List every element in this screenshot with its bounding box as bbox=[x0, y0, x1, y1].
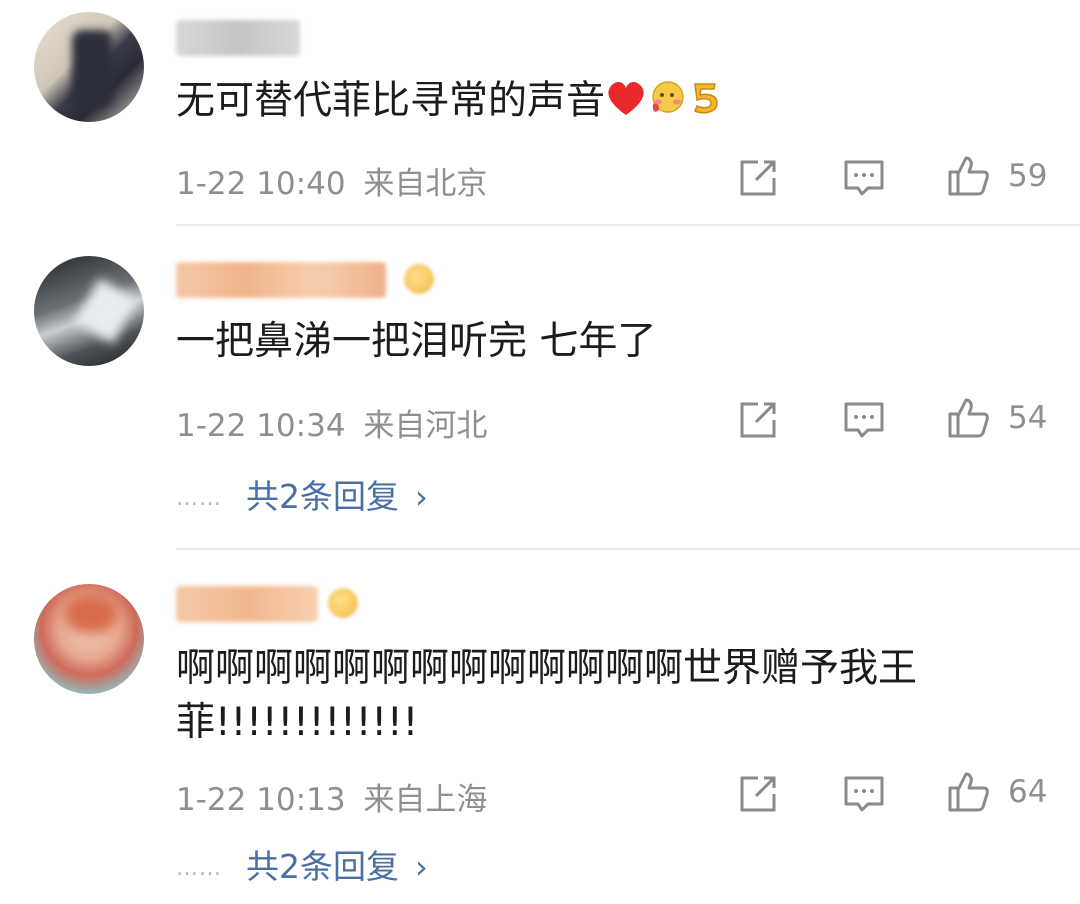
reply-dots: …… bbox=[176, 486, 222, 511]
replies-count-label: 共2条回复 bbox=[246, 847, 399, 886]
comment-location: 来自上海 bbox=[363, 782, 488, 818]
avatar[interactable] bbox=[34, 12, 144, 122]
vip-badge-icon bbox=[404, 264, 434, 294]
comment-text: 一把鼻涕一把泪听完 七年了 bbox=[176, 319, 657, 364]
username-blurred[interactable] bbox=[176, 20, 300, 56]
comment-item: 一把鼻涕一把泪听完 七年了 1-22 10:34 来自河北 54 …… 共2条回复… bbox=[0, 226, 1080, 548]
comment-time: 1-22 10:34 bbox=[176, 408, 346, 444]
five-emoji bbox=[687, 78, 725, 128]
vip-badge-icon bbox=[328, 588, 358, 618]
like-count: 59 bbox=[1008, 158, 1048, 194]
view-replies-link[interactable]: …… 共2条回复 › bbox=[176, 840, 428, 888]
comment-icon[interactable] bbox=[842, 156, 886, 200]
like-icon[interactable] bbox=[946, 770, 990, 814]
username-blurred[interactable] bbox=[176, 586, 318, 622]
comment-location: 来自河北 bbox=[363, 408, 488, 444]
comment-text: 啊啊啊啊啊啊啊啊啊啊啊啊啊世界赠予我王 菲!!!!!!!!!!!!! bbox=[176, 642, 917, 750]
chevron-right-icon: › bbox=[415, 478, 428, 516]
like-count: 54 bbox=[1008, 400, 1048, 436]
share-icon[interactable] bbox=[736, 156, 780, 200]
avatar[interactable] bbox=[34, 584, 144, 694]
like-count: 64 bbox=[1008, 774, 1048, 810]
comment-meta: 1-22 10:40 来自北京 bbox=[176, 158, 487, 203]
comment-time: 1-22 10:13 bbox=[176, 782, 346, 818]
reply-dots: …… bbox=[176, 856, 222, 881]
like-icon[interactable] bbox=[946, 396, 990, 440]
comment-meta: 1-22 10:13 来自上海 bbox=[176, 774, 487, 819]
chevron-right-icon: › bbox=[415, 848, 428, 886]
username-blurred[interactable] bbox=[176, 262, 386, 298]
heart-emoji bbox=[605, 79, 647, 127]
comment-icon[interactable] bbox=[842, 772, 886, 816]
share-icon[interactable] bbox=[736, 772, 780, 816]
replies-count-label: 共2条回复 bbox=[246, 477, 399, 516]
comment-location: 来自北京 bbox=[363, 166, 488, 202]
comment-text: 无可替代菲比寻常的声音 bbox=[176, 78, 725, 128]
avatar[interactable] bbox=[34, 256, 144, 366]
share-icon[interactable] bbox=[736, 398, 780, 442]
blush-emoji bbox=[647, 78, 687, 128]
comment-meta: 1-22 10:34 来自河北 bbox=[176, 400, 487, 445]
comment-item: 啊啊啊啊啊啊啊啊啊啊啊啊啊世界赠予我王 菲!!!!!!!!!!!!! 1-22 … bbox=[0, 550, 1080, 904]
comment-icon[interactable] bbox=[842, 398, 886, 442]
comment-text-line1: 啊啊啊啊啊啊啊啊啊啊啊啊啊世界赠予我王 bbox=[176, 646, 918, 691]
comment-time: 1-22 10:40 bbox=[176, 166, 346, 202]
view-replies-link[interactable]: …… 共2条回复 › bbox=[176, 470, 428, 518]
comment-text-content: 无可替代菲比寻常的声音 bbox=[176, 78, 606, 124]
like-icon[interactable] bbox=[946, 154, 990, 198]
comment-text-line2: 菲!!!!!!!!!!!!! bbox=[176, 700, 419, 745]
comment-item: 无可替代菲比寻常的声音 1-22 10:40 来自北京 59 bbox=[0, 0, 1080, 224]
